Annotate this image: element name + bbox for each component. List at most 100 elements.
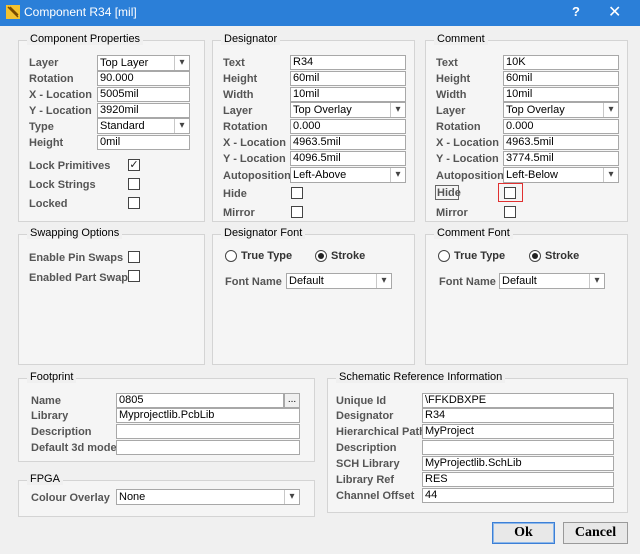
window-title: Component R34 [mil] bbox=[24, 5, 137, 19]
comment-hide-checkbox[interactable] bbox=[504, 187, 516, 199]
chevron-down-icon: ▾ bbox=[284, 490, 299, 504]
height-label: Height bbox=[436, 73, 471, 85]
group-title: Designator bbox=[221, 33, 281, 45]
comment-height-field[interactable]: 60mil bbox=[503, 71, 619, 86]
group-title: Designator Font bbox=[221, 227, 306, 239]
help-button[interactable]: ? bbox=[572, 4, 580, 19]
close-button[interactable]: ✕ bbox=[608, 2, 621, 22]
footprint-name-field[interactable]: 0805 bbox=[116, 393, 284, 408]
designator-font-name-select[interactable]: Default ▾ bbox=[286, 273, 392, 289]
enable-part-swaps-checkbox[interactable] bbox=[128, 270, 140, 282]
comment-font-name-select[interactable]: Default ▾ bbox=[499, 273, 605, 289]
default-3d-model-field[interactable] bbox=[116, 440, 300, 455]
comment-group: Comment Text 10K Height 60mil Width 10mi… bbox=[425, 33, 628, 222]
footprint-description-field[interactable] bbox=[116, 424, 300, 439]
browse-button[interactable]: ... bbox=[284, 393, 300, 408]
type-label: Type bbox=[29, 121, 54, 133]
designator-mirror-checkbox[interactable] bbox=[291, 206, 303, 218]
library-ref-label: Library Ref bbox=[336, 474, 395, 486]
text-label: Text bbox=[436, 57, 458, 69]
unique-id-field[interactable]: \FFKDBXPE bbox=[422, 393, 614, 408]
designator-font-group: Designator Font True Type Stroke Font Na… bbox=[212, 227, 415, 365]
rotation-field[interactable]: 90.000 bbox=[97, 71, 190, 86]
group-title: Schematic Reference Information bbox=[336, 371, 506, 383]
comment-x-location-field[interactable]: 4963.5mil bbox=[503, 135, 619, 150]
sch-library-field[interactable]: MyProjectlib.SchLib bbox=[422, 456, 614, 471]
library-label: Library bbox=[31, 410, 69, 422]
designator-text-field[interactable]: R34 bbox=[290, 55, 406, 70]
comment-rotation-field[interactable]: 0.000 bbox=[503, 119, 619, 134]
designator-x-location-field[interactable]: 4963.5mil bbox=[290, 135, 406, 150]
chevron-down-icon: ▾ bbox=[589, 274, 604, 288]
comment-truetype-radio[interactable] bbox=[438, 250, 450, 262]
layer-label: Layer bbox=[29, 57, 59, 69]
name-label: Name bbox=[31, 395, 61, 407]
layer-select[interactable]: Top Layer ▾ bbox=[97, 55, 190, 71]
sch-library-label: SCH Library bbox=[336, 458, 400, 470]
font-name-label: Font Name bbox=[225, 276, 282, 288]
chevron-down-icon: ▾ bbox=[174, 119, 189, 133]
ok-button[interactable]: Ok bbox=[492, 522, 555, 544]
fpga-group: FPGA Colour Overlay None ▾ bbox=[18, 473, 315, 517]
library-ref-field[interactable]: RES bbox=[422, 472, 614, 487]
enable-part-swaps-label: Enabled Part Swaps bbox=[29, 272, 135, 284]
designator-rotation-field[interactable]: 0.000 bbox=[290, 119, 406, 134]
sch-designator-field[interactable]: R34 bbox=[422, 408, 614, 423]
channel-offset-field[interactable]: 44 bbox=[422, 488, 614, 503]
rotation-label: Rotation bbox=[29, 73, 74, 85]
designator-hide-checkbox[interactable] bbox=[291, 187, 303, 199]
default-3d-model-label: Default 3d model bbox=[31, 442, 120, 454]
width-label: Width bbox=[223, 89, 254, 101]
chevron-down-icon: ▾ bbox=[390, 168, 405, 182]
designator-width-field[interactable]: 10mil bbox=[290, 87, 406, 102]
type-select[interactable]: Standard ▾ bbox=[97, 118, 190, 134]
comment-y-location-field[interactable]: 3774.5mil bbox=[503, 151, 619, 166]
designator-y-location-field[interactable]: 4096.5mil bbox=[290, 151, 406, 166]
comment-stroke-radio[interactable] bbox=[529, 250, 541, 262]
x-location-field[interactable]: 5005mil bbox=[97, 87, 190, 102]
x-location-label: X - Location bbox=[223, 137, 286, 149]
lock-strings-checkbox[interactable] bbox=[128, 178, 140, 190]
chevron-down-icon: ▾ bbox=[603, 168, 618, 182]
comment-autoposition-select[interactable]: Left-Below ▾ bbox=[503, 167, 619, 183]
hierarchical-path-field[interactable]: MyProject bbox=[422, 424, 614, 439]
comment-mirror-checkbox[interactable] bbox=[504, 206, 516, 218]
rotation-label: Rotation bbox=[436, 121, 481, 133]
y-location-field[interactable]: 3920mil bbox=[97, 103, 190, 118]
designator-label: Designator bbox=[336, 410, 394, 422]
hierarchical-path-label: Hierarchical Path bbox=[336, 426, 426, 438]
autoposition-label: Autoposition bbox=[436, 170, 504, 182]
designator-autoposition-select[interactable]: Left-Above ▾ bbox=[290, 167, 406, 183]
autoposition-label: Autoposition bbox=[223, 170, 291, 182]
description-label: Description bbox=[336, 442, 397, 454]
designator-stroke-radio[interactable] bbox=[315, 250, 327, 262]
description-label: Description bbox=[31, 426, 92, 438]
channel-offset-label: Channel Offset bbox=[336, 490, 415, 502]
chevron-down-icon: ▾ bbox=[603, 103, 618, 117]
cancel-button[interactable]: Cancel bbox=[563, 522, 628, 544]
designator-height-field[interactable]: 60mil bbox=[290, 71, 406, 86]
title-bar: Component R34 [mil] ? ✕ bbox=[0, 0, 640, 26]
designator-group: Designator Text R34 Height 60mil Width 1… bbox=[212, 33, 415, 222]
unique-id-label: Unique Id bbox=[336, 395, 387, 407]
footprint-library-field[interactable]: Myprojectlib.PcbLib bbox=[116, 408, 300, 423]
colour-overlay-select[interactable]: None ▾ bbox=[116, 489, 300, 505]
comment-width-field[interactable]: 10mil bbox=[503, 87, 619, 102]
group-title: Swapping Options bbox=[27, 227, 123, 239]
enable-pin-swaps-checkbox[interactable] bbox=[128, 251, 140, 263]
designator-truetype-radio[interactable] bbox=[225, 250, 237, 262]
truetype-label: True Type bbox=[454, 250, 506, 262]
sch-description-field[interactable] bbox=[422, 440, 614, 455]
height-field[interactable]: 0mil bbox=[97, 135, 190, 150]
lock-primitives-checkbox[interactable]: ✓ bbox=[128, 159, 140, 171]
component-properties-group: Component Properties Layer Top Layer ▾ Ro… bbox=[18, 33, 205, 222]
comment-layer-select[interactable]: Top Overlay ▾ bbox=[503, 102, 619, 118]
designator-layer-select[interactable]: Top Overlay ▾ bbox=[290, 102, 406, 118]
truetype-label: True Type bbox=[241, 250, 293, 262]
text-label: Text bbox=[223, 57, 245, 69]
comment-text-field[interactable]: 10K bbox=[503, 55, 619, 70]
hide-label: Hide bbox=[437, 187, 461, 199]
locked-checkbox[interactable] bbox=[128, 197, 140, 209]
chevron-down-icon: ▾ bbox=[376, 274, 391, 288]
y-location-label: Y - Location bbox=[436, 153, 499, 165]
